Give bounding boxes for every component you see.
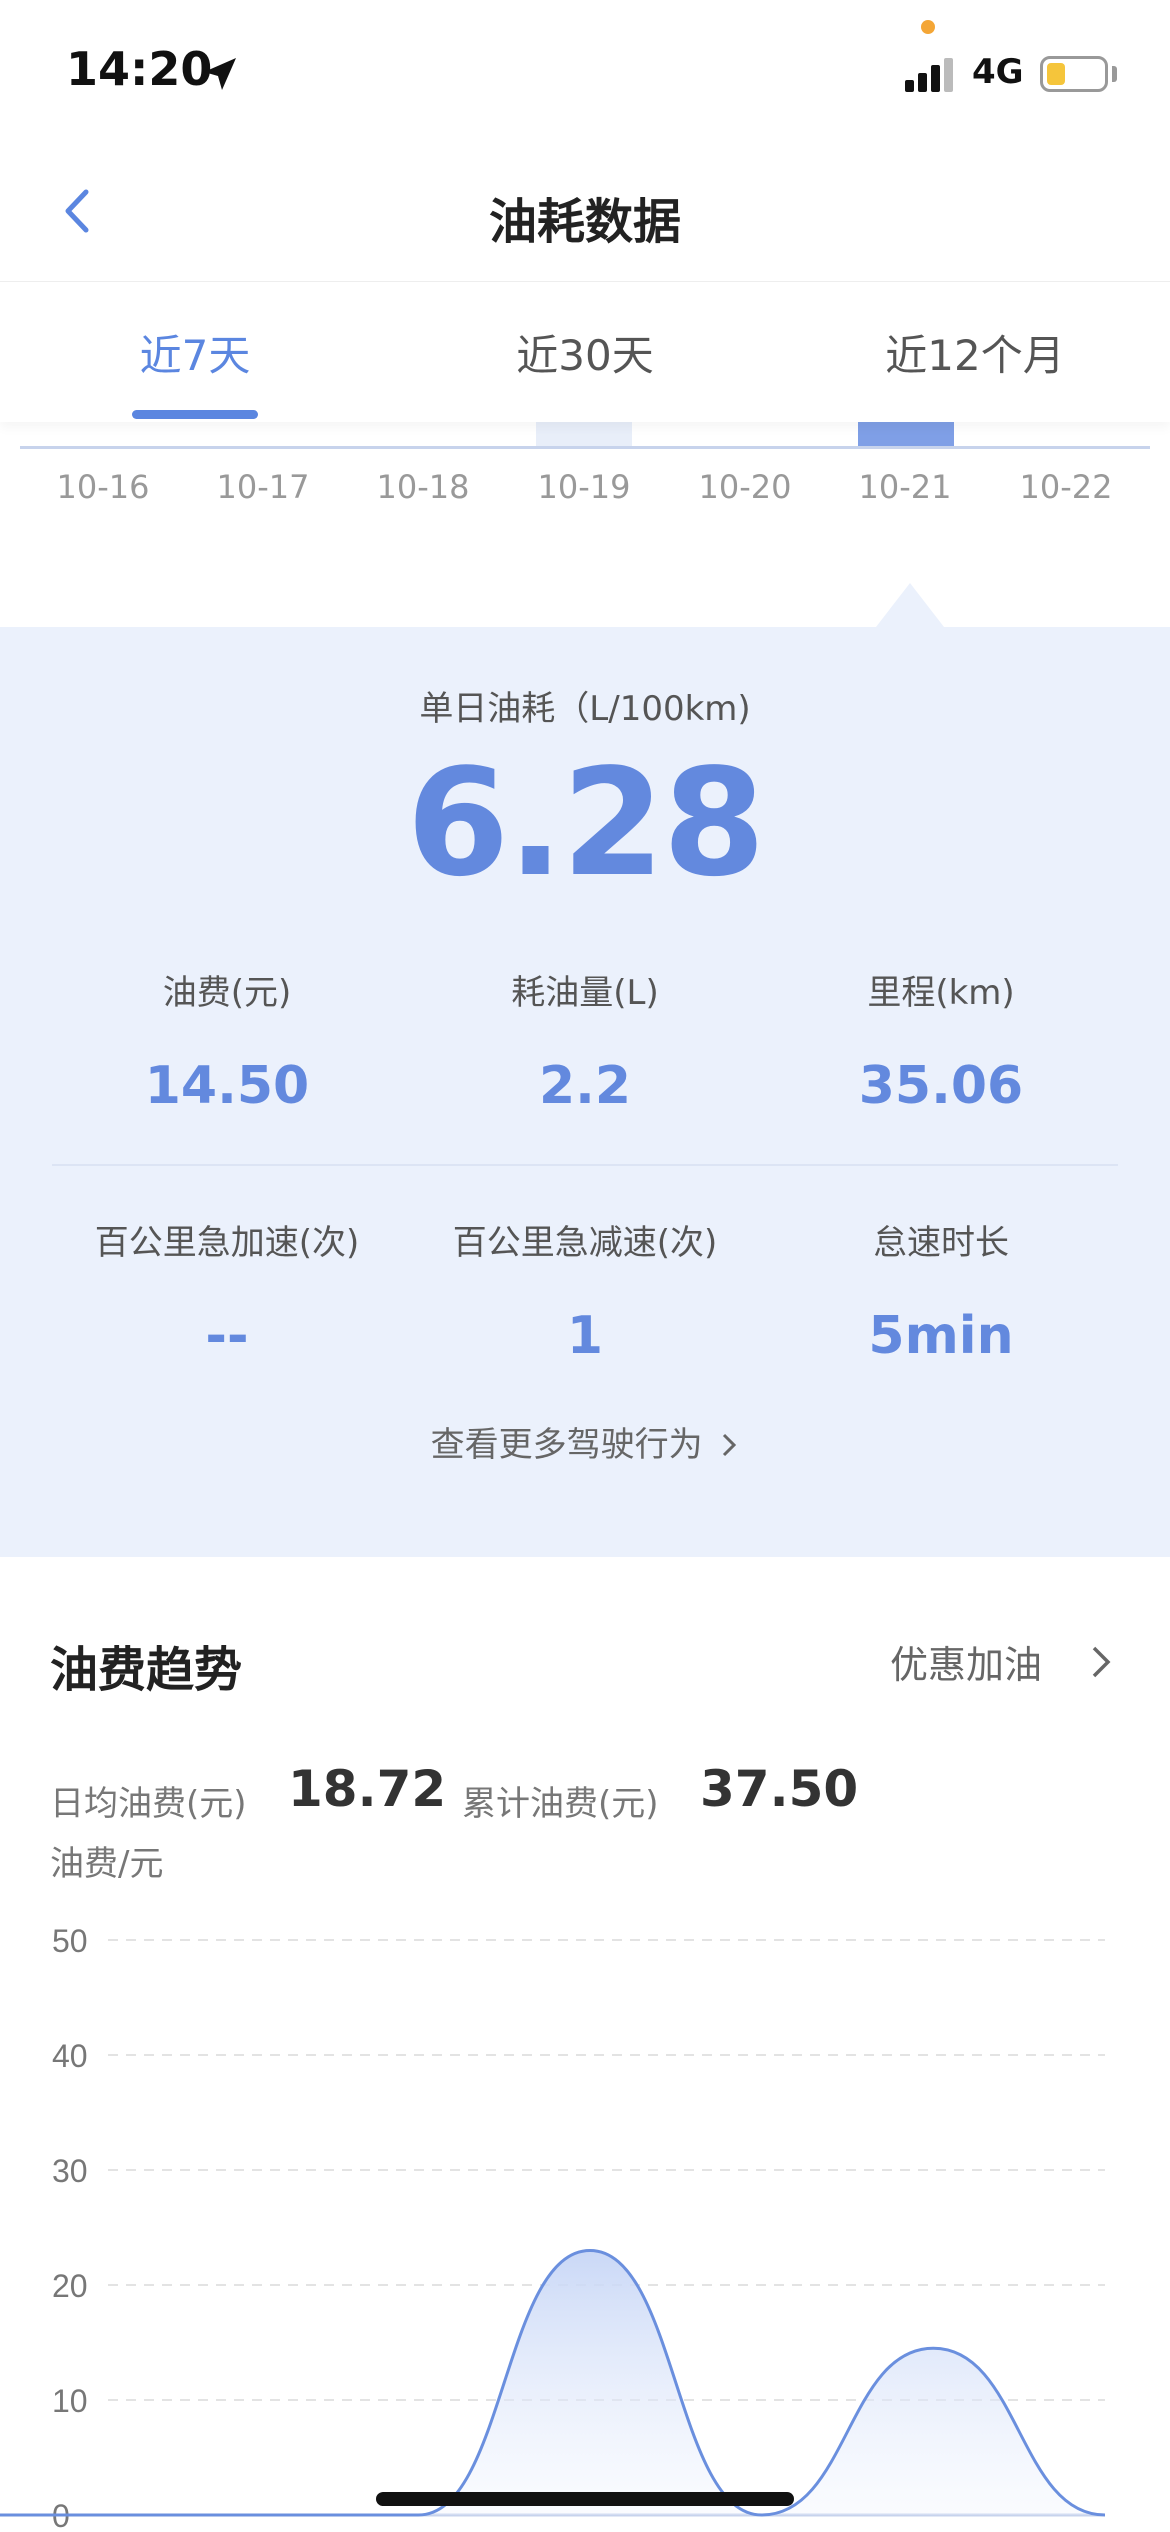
metric-label: 油费(元) [162, 973, 292, 1013]
metric-fuel-cost: 油费(元) 14.50 [32, 965, 422, 1116]
strip-date-label: 10-16 [56, 468, 150, 506]
metric-label: 怠速时长 [873, 1223, 1009, 1263]
discount-refuel-link[interactable]: 优惠加油 [890, 1634, 1042, 1689]
fuel-cost-trend-chart: 01020304050 [0, 1923, 1106, 2532]
metric-label: 里程(km) [867, 973, 1015, 1013]
y-tick-label: 10 [52, 2383, 88, 2419]
metric-value: -- [205, 1306, 249, 1366]
y-tick-label: 20 [52, 2268, 88, 2304]
nav-bar: 油耗数据 [0, 140, 1170, 282]
daily-chart-strip: 10-16 10-17 10-18 10-19 10-20 10-21 10-2… [0, 422, 1170, 622]
more-driving-behavior-link[interactable]: 查看更多驾驶行为 [0, 1417, 1170, 1466]
period-tabs: 近7天 近30天 近12个月 [0, 282, 1170, 422]
home-indicator [376, 2492, 794, 2506]
y-tick-label: 40 [52, 2038, 88, 2074]
selection-pointer [876, 583, 944, 627]
tab-30-days[interactable]: 近30天 [390, 322, 780, 383]
privacy-indicator-dot [921, 20, 935, 34]
metrics-divider [52, 1164, 1118, 1166]
daily-consumption-label: 单日油耗（L/100km) [419, 689, 751, 729]
metric-value: 5min [868, 1306, 1014, 1366]
battery-icon [1040, 56, 1108, 92]
metric-fuel-volume: 耗油量(L) 2.2 [390, 965, 780, 1116]
status-time: 14:20 [66, 42, 213, 96]
chart-unit-label: 油费/元 [50, 1844, 164, 1884]
battery-cap [1112, 66, 1117, 82]
strip-date-label: 10-22 [1019, 468, 1113, 506]
tab-12-months[interactable]: 近12个月 [780, 322, 1170, 383]
tab-7-days[interactable]: 近7天 [0, 322, 390, 383]
page-title: 油耗数据 [488, 194, 681, 250]
metric-hard-braking: 百公里急减速(次) 1 [390, 1215, 780, 1366]
y-tick-label: 30 [52, 2153, 88, 2189]
more-link-label: 查看更多驾驶行为 [430, 1425, 703, 1465]
status-bar: 14:20 4G [0, 0, 1170, 140]
location-arrow-icon [204, 58, 236, 90]
metric-label: 百公里急加速(次) [94, 1223, 360, 1263]
metric-value: 1 [566, 1306, 604, 1366]
metric-hard-acceleration: 百公里急加速(次) -- [32, 1215, 422, 1366]
strip-date-label: 10-18 [376, 468, 470, 506]
network-type: 4G [972, 52, 1024, 92]
trend-section-title: 油费趋势 [50, 1642, 243, 1698]
total-cost-label: 累计油费(元) [462, 1784, 659, 1824]
chevron-right-icon[interactable] [1086, 1642, 1116, 1682]
metric-mileage: 里程(km) 35.06 [746, 965, 1136, 1116]
strip-bar-selected[interactable] [858, 422, 954, 448]
metric-label: 耗油量(L) [511, 973, 659, 1013]
active-tab-indicator [132, 410, 258, 419]
metric-value: 14.50 [144, 1056, 310, 1116]
metric-value: 35.06 [858, 1056, 1024, 1116]
strip-date-label: 10-19 [537, 468, 631, 506]
metric-label: 百公里急减速(次) [452, 1223, 718, 1263]
chevron-right-icon [723, 1433, 737, 1457]
total-cost-value: 37.50 [700, 1760, 859, 1818]
daily-average-value: 18.72 [288, 1760, 447, 1818]
strip-date-label: 10-21 [858, 468, 952, 506]
trend-area [0, 2250, 1105, 2515]
cellular-signal-icon [905, 56, 955, 92]
strip-date-label: 10-17 [216, 468, 310, 506]
strip-bar[interactable] [536, 422, 632, 448]
metric-idle-time: 怠速时长 5min [746, 1215, 1136, 1366]
metric-value: 2.2 [538, 1056, 632, 1116]
strip-date-label: 10-20 [698, 468, 792, 506]
daily-average-label: 日均油费(元) [50, 1784, 247, 1824]
strip-axis [20, 446, 1150, 449]
y-tick-label: 50 [52, 1923, 88, 1959]
daily-detail-panel: 单日油耗（L/100km) 6.28 油费(元) 14.50 耗油量(L) 2.… [0, 627, 1170, 1557]
daily-consumption-value: 6.28 [406, 737, 765, 909]
